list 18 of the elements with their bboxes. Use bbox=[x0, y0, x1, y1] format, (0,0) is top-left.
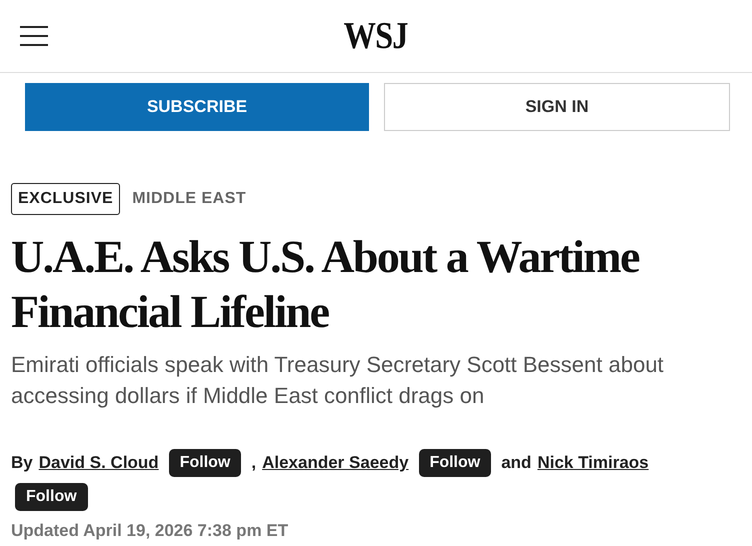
sign-in-button[interactable]: SIGN IN bbox=[384, 83, 730, 131]
updated-timestamp: Updated April 19, 2026 7:38 pm ET bbox=[11, 521, 290, 541]
site-logo[interactable]: WSJ bbox=[344, 14, 408, 58]
author-link[interactable]: David S. Cloud bbox=[38, 453, 159, 473]
menu-icon[interactable] bbox=[20, 25, 48, 47]
follow-button[interactable]: Follow bbox=[418, 449, 492, 477]
subscribe-button[interactable]: SUBSCRIBE bbox=[25, 83, 369, 131]
byline-joiner: , bbox=[251, 453, 256, 473]
byline-joiner: and bbox=[501, 453, 532, 473]
section-label[interactable]: MIDDLE EAST bbox=[132, 190, 246, 208]
follow-button[interactable]: Follow bbox=[15, 483, 88, 511]
article-summary: Emirati officials speak with Treasury Secretary Scott Bessent about accessing dollars if Middle East conflict drags on bbox=[11, 351, 665, 410]
headline: U.A.E. Asks U.S. About a Wartime Financial Lifeline bbox=[11, 230, 640, 339]
exclusive-tag: EXCLUSIVE bbox=[11, 183, 120, 215]
author-link[interactable]: Alexander Saeedy bbox=[262, 453, 409, 473]
byline-prefix: By bbox=[11, 453, 33, 473]
follow-button[interactable]: Follow bbox=[168, 449, 242, 477]
author-link[interactable]: Nick Timiraos bbox=[537, 453, 649, 473]
